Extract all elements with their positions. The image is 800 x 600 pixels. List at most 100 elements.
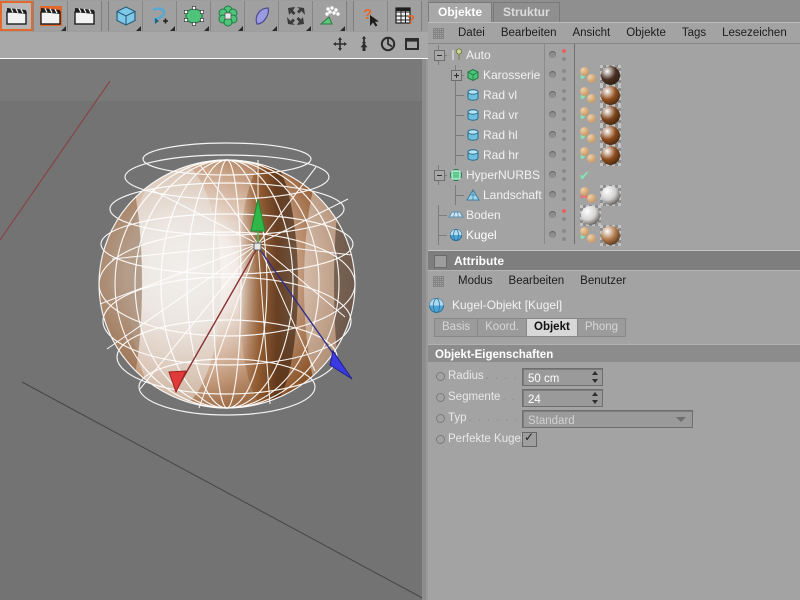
editor-visibility-dot[interactable] — [562, 149, 566, 153]
radius-spinner[interactable] — [591, 371, 598, 383]
om-menu-tags[interactable]: Tags — [674, 23, 714, 44]
object-name[interactable]: Rad vl — [483, 85, 517, 105]
collapse-icon[interactable] — [434, 170, 445, 181]
visibility-dot[interactable] — [549, 191, 556, 198]
render-visibility-dot[interactable] — [562, 157, 566, 161]
deformer-button[interactable] — [245, 1, 279, 31]
editor-visibility-dot[interactable] — [562, 109, 566, 113]
object-row[interactable]: Landschaft✖ — [428, 185, 800, 205]
editor-visibility-dot[interactable] — [562, 229, 566, 233]
editor-visibility-dot[interactable] — [562, 169, 566, 173]
visibility-dot[interactable] — [549, 91, 556, 98]
visibility-dot[interactable] — [549, 151, 556, 158]
spinner-down-icon[interactable] — [592, 400, 598, 404]
render-visibility-dot[interactable] — [562, 217, 566, 221]
spinner-up-icon[interactable] — [592, 371, 598, 375]
viewport-zoom-icon[interactable] — [355, 35, 372, 53]
editor-visibility-dot[interactable] — [562, 89, 566, 93]
tag-icon[interactable] — [587, 114, 596, 123]
object-row[interactable]: Rad vl✔ — [428, 85, 800, 105]
tab-objekte[interactable]: Objekte — [428, 2, 492, 22]
spinner-down-icon[interactable] — [592, 379, 598, 383]
scene-button[interactable] — [279, 1, 313, 31]
perfekte-kugel-checkbox[interactable]: ✓ — [522, 432, 537, 447]
object-name[interactable]: Karosserie — [483, 65, 540, 85]
om-menu-ansicht[interactable]: Ansicht — [564, 23, 618, 44]
om-menu-lesezeichen[interactable]: Lesezeichen — [714, 23, 795, 44]
tag-icon[interactable] — [587, 234, 596, 243]
sphere-object[interactable] — [0, 59, 426, 600]
tag-icon[interactable] — [587, 154, 596, 163]
editor-visibility-dot[interactable] — [562, 49, 566, 53]
render-visibility-dot[interactable] — [562, 177, 566, 181]
help-table-button[interactable]: ? — [388, 1, 421, 31]
visibility-dot[interactable] — [549, 211, 556, 218]
visibility-dot[interactable] — [549, 231, 556, 238]
tab-struktur[interactable]: Struktur — [493, 2, 560, 22]
tab-phong[interactable]: Phong — [577, 318, 626, 337]
property-animate-dot[interactable] — [436, 393, 445, 402]
attr-menu-bearbeiten[interactable]: Bearbeiten — [501, 271, 573, 292]
object-name[interactable]: Auto — [466, 45, 491, 65]
material-swatch[interactable] — [601, 106, 620, 125]
render-settings-button[interactable] — [68, 1, 101, 31]
object-row[interactable]: Auto — [428, 45, 800, 65]
menu-grip-icon[interactable] — [433, 28, 444, 39]
tab-basis[interactable]: Basis — [434, 318, 477, 337]
viewport-3d[interactable] — [0, 59, 426, 600]
spinner-up-icon[interactable] — [592, 392, 598, 396]
property-animate-dot[interactable] — [436, 372, 445, 381]
editor-visibility-dot[interactable] — [562, 189, 566, 193]
property-animate-dot[interactable] — [436, 414, 445, 423]
tag-icon[interactable] — [587, 74, 596, 83]
viewport-move-icon[interactable] — [331, 35, 348, 53]
object-name[interactable]: Kugel — [466, 225, 497, 245]
visibility-dot[interactable] — [549, 111, 556, 118]
om-menu-objekte[interactable]: Objekte — [618, 23, 674, 44]
segmente-input[interactable]: 24 — [522, 389, 603, 407]
editor-visibility-dot[interactable] — [562, 69, 566, 73]
tag-icon[interactable] — [587, 94, 596, 103]
material-swatch[interactable] — [601, 86, 620, 105]
object-name[interactable]: HyperNURBS — [466, 165, 540, 185]
render-visibility-dot[interactable] — [562, 97, 566, 101]
spline-button[interactable] — [143, 1, 177, 31]
object-row[interactable]: Rad hr✔ — [428, 145, 800, 165]
object-row[interactable]: Kugel✔ — [428, 225, 800, 245]
render-visibility-dot[interactable] — [562, 237, 566, 241]
attr-menu-modus[interactable]: Modus — [450, 271, 501, 292]
visibility-dot[interactable] — [549, 51, 556, 58]
material-swatch[interactable] — [601, 66, 620, 85]
segmente-spinner[interactable] — [591, 392, 598, 404]
editor-visibility-dot[interactable] — [562, 209, 566, 213]
collapse-icon[interactable] — [434, 50, 445, 61]
om-menu-bearbeiten[interactable]: Bearbeiten — [493, 23, 565, 44]
viewport-maximize-icon[interactable] — [403, 35, 420, 53]
render-visibility-dot[interactable] — [562, 197, 566, 201]
attr-menu-benutzer[interactable]: Benutzer — [572, 271, 634, 292]
enabled-check-icon[interactable]: ✔ — [579, 169, 590, 182]
object-name[interactable]: Boden — [466, 205, 501, 225]
expand-icon[interactable] — [451, 70, 462, 81]
particles-button[interactable] — [313, 1, 346, 31]
render-visibility-dot[interactable] — [562, 77, 566, 81]
chevron-down-icon[interactable] — [676, 417, 686, 422]
typ-select[interactable]: Standard — [522, 410, 693, 428]
material-swatch[interactable] — [601, 146, 620, 165]
object-row[interactable]: HyperNURBS ✔ — [428, 165, 800, 185]
object-row[interactable]: Rad vr✔ — [428, 105, 800, 125]
tag-icon[interactable] — [587, 134, 596, 143]
object-name[interactable]: Rad vr — [483, 105, 518, 125]
help-cursor-button[interactable]: ? — [354, 1, 388, 31]
render-visibility-dot[interactable] — [562, 117, 566, 121]
object-row[interactable]: Karosserie✔ — [428, 65, 800, 85]
object-row[interactable]: Boden — [428, 205, 800, 225]
tab-koord[interactable]: Koord. — [477, 318, 526, 337]
material-swatch[interactable] — [601, 226, 620, 245]
editor-visibility-dot[interactable] — [562, 129, 566, 133]
tab-objekt[interactable]: Objekt — [526, 318, 577, 337]
visibility-dot[interactable] — [549, 131, 556, 138]
render-visibility-dot[interactable] — [562, 137, 566, 141]
viewport-rotate-icon[interactable] — [379, 35, 396, 53]
visibility-dot[interactable] — [549, 71, 556, 78]
